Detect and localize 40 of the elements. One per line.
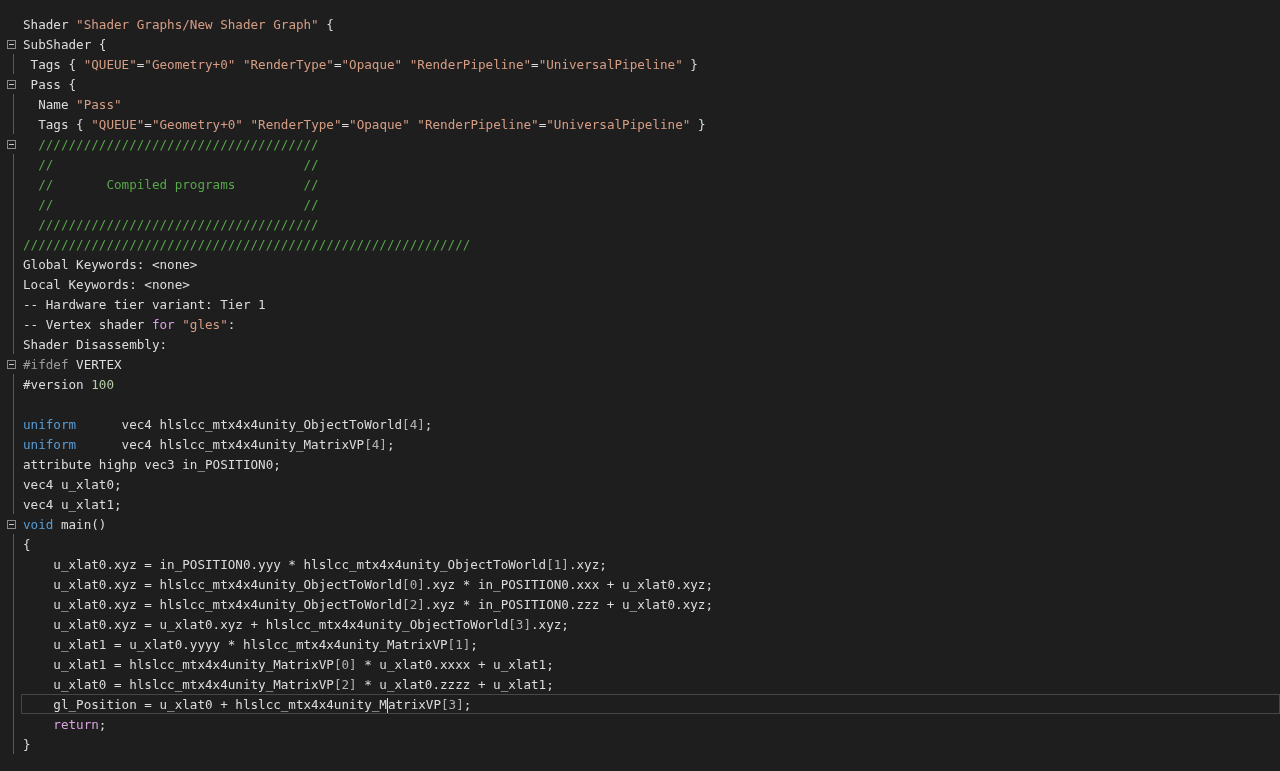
code-line: Tags { "QUEUE"="Geometry+0" "RenderType"="Opaque" "RenderPipeline"="UniversalPipeline" } (37, 116, 707, 134)
collapse-icon[interactable] (7, 39, 16, 49)
collapse-icon[interactable] (7, 79, 16, 89)
code-line: u_xlat1 = u_xlat0.yyyy * hlslcc_mtx4x4unity_MatrixVP[1]; (52, 636, 479, 654)
code-line: Shader Disassembly: (22, 336, 169, 354)
code-line: #ifdef VERTEX (22, 356, 123, 374)
code-line: #version 100 (22, 376, 115, 394)
code-line: u_xlat0.xyz = hlslcc_mtx4x4unity_ObjectToWorld[2].xyz * in_POSITION0.zzz + u_xlat0.xyz; (52, 596, 714, 614)
code-line: u_xlat0.xyz = u_xlat0.xyz + hlslcc_mtx4x4unity_ObjectToWorld[3].xyz; (52, 616, 570, 634)
code-line: uniform vec4 hlslcc_mtx4x4unity_MatrixVP[4]; (22, 436, 396, 454)
code-line: Shader "Shader Graphs/New Shader Graph" { (22, 16, 335, 34)
code-line: u_xlat0.xyz = in_POSITION0.yyy * hlslcc_mtx4x4unity_ObjectToWorld[1].xyz; (52, 556, 608, 574)
code-line: Name "Pass" (37, 96, 123, 114)
code-line: ///////////////////////////////////// (37, 136, 320, 154)
collapse-icon[interactable] (7, 359, 16, 369)
collapse-icon[interactable] (7, 139, 16, 149)
code-line: u_xlat0 = hlslcc_mtx4x4unity_MatrixVP[2] * u_xlat0.zzzz + u_xlat1; (52, 676, 555, 694)
code-line: uniform vec4 hlslcc_mtx4x4unity_ObjectToWorld[4]; (22, 416, 434, 434)
code-line: -- Vertex shader for "gles": (22, 316, 237, 334)
code-line: vec4 u_xlat1; (22, 496, 123, 514)
code-line: -- Hardware tier variant: Tier 1 (22, 296, 267, 314)
code-line: { (22, 536, 32, 554)
collapse-icon[interactable] (7, 519, 16, 529)
code-line: Pass { (29, 76, 78, 94)
code-line: Local Keywords: <none> (22, 276, 191, 294)
code-line: u_xlat0.xyz = hlslcc_mtx4x4unity_ObjectToWorld[0].xyz * in_POSITION0.xxx + u_xlat0.xyz; (52, 576, 714, 594)
code-line: } (22, 736, 32, 754)
code-line: // Compiled programs // (37, 176, 320, 194)
code-line: u_xlat1 = hlslcc_mtx4x4unity_MatrixVP[0] * u_xlat0.xxxx + u_xlat1; (52, 656, 555, 674)
code-line: // // (37, 156, 320, 174)
code-line: SubShader { (22, 36, 108, 54)
code-line: attribute highp vec3 in_POSITION0; (22, 456, 282, 474)
code-line: Tags { "QUEUE"="Geometry+0" "RenderType"="Opaque" "RenderPipeline"="UniversalPipeline" } (29, 56, 699, 74)
code-line: void main() (22, 516, 108, 534)
code-line: // // (37, 196, 320, 214)
code-line: vec4 u_xlat0; (22, 476, 123, 494)
code-line: /////////////////////////////////////////////////////////// (22, 236, 472, 254)
code-line: ///////////////////////////////////// (37, 216, 320, 234)
code-line: Global Keywords: <none> (22, 256, 199, 274)
code-line: return; (52, 716, 108, 734)
